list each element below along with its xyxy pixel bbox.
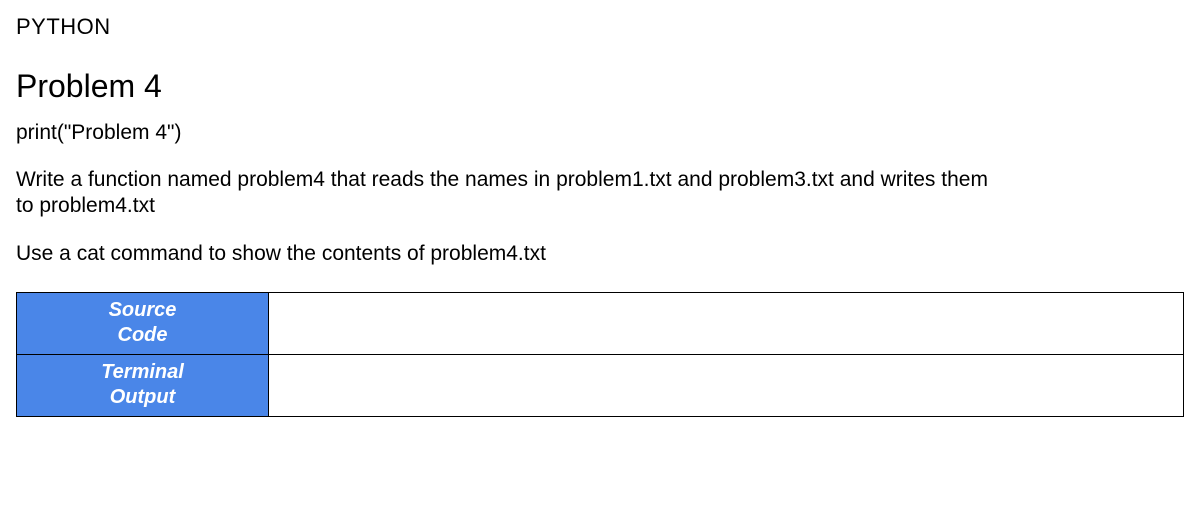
problem-instruction: Use a cat command to show the contents o… — [16, 242, 1184, 266]
source-code-label: SourceCode — [17, 292, 269, 354]
answer-table: SourceCode TerminalOutput — [16, 292, 1184, 417]
language-label: PYTHON — [16, 14, 1184, 40]
table-row: TerminalOutput — [17, 354, 1184, 416]
problem-description: Write a function named problem4 that rea… — [16, 167, 996, 220]
terminal-output-label: TerminalOutput — [17, 354, 269, 416]
table-row: SourceCode — [17, 292, 1184, 354]
source-code-cell[interactable] — [269, 292, 1184, 354]
problem-title: Problem 4 — [16, 68, 1184, 105]
terminal-output-cell[interactable] — [269, 354, 1184, 416]
row-label-text: TerminalOutput — [101, 361, 184, 408]
row-label-text: SourceCode — [109, 299, 177, 346]
code-line: print("Problem 4") — [16, 121, 1184, 145]
